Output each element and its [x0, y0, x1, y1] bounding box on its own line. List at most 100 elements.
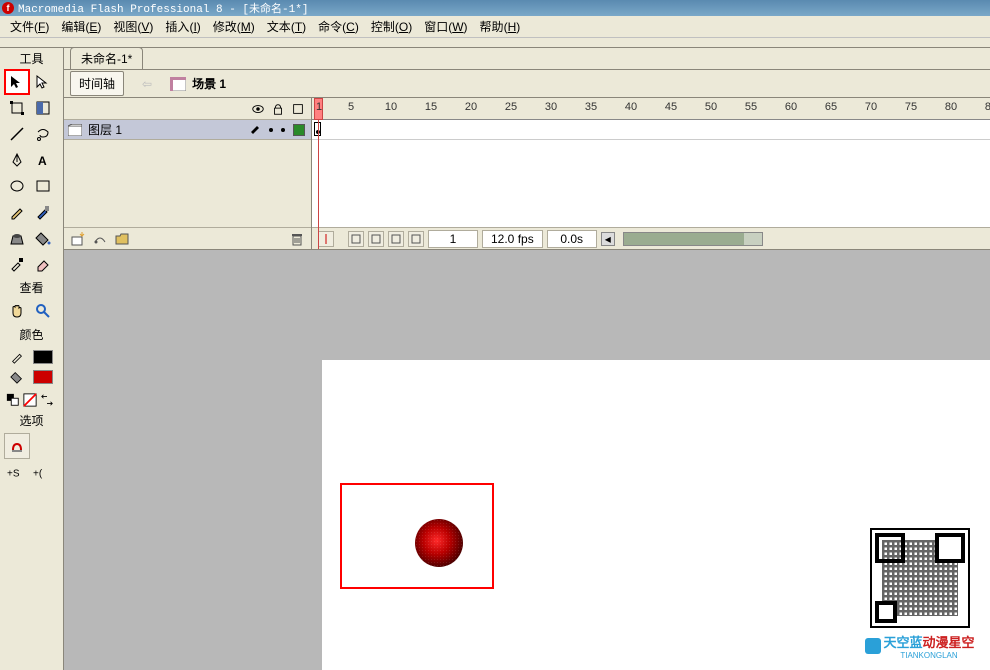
snap-to-objects-button[interactable] [4, 433, 30, 459]
app-icon: f [2, 2, 14, 14]
show-hide-icon[interactable] [251, 102, 265, 116]
smooth-option[interactable]: +S [4, 463, 30, 483]
qr-code-icon [870, 528, 970, 628]
insert-layer-button[interactable] [70, 231, 86, 247]
elapsed-time-display: 0.0s [547, 230, 597, 248]
secondary-bar [0, 38, 990, 48]
hand-tool[interactable] [4, 298, 30, 324]
selection-tool[interactable] [4, 69, 30, 95]
paint-bucket-tool[interactable] [30, 225, 56, 251]
timeline-toggle-button[interactable]: 时间轴 [70, 71, 124, 96]
gradient-transform-tool[interactable] [30, 95, 56, 121]
layer-type-icon [68, 124, 82, 136]
scroll-left-button[interactable]: ◂ [601, 232, 615, 246]
layer-lock-dot[interactable] [281, 128, 285, 132]
ruler-tick-20: 20 [465, 101, 477, 113]
stage-area[interactable]: 天空蓝动漫星空 TIANKONGLAN [64, 250, 990, 670]
menu-file[interactable]: 文件(F) [4, 16, 55, 37]
watermark-logo-icon [865, 638, 881, 654]
oval-tool[interactable] [4, 173, 30, 199]
scene-name[interactable]: 场景 1 [192, 75, 226, 92]
insert-folder-button[interactable] [114, 231, 130, 247]
eraser-tool[interactable] [30, 251, 56, 277]
menu-modify[interactable]: 修改(M) [207, 16, 261, 37]
menu-commands[interactable]: 命令(C) [312, 16, 365, 37]
layer-visible-dot[interactable] [269, 128, 273, 132]
menubar: 文件(F) 编辑(E) 视图(V) 插入(I) 修改(M) 文本(T) 命令(C… [0, 16, 990, 38]
pen-tool[interactable] [4, 147, 30, 173]
modify-onion-markers-button[interactable] [408, 231, 424, 247]
timeline-panel: 图层 1 [64, 98, 990, 250]
app-title: Macromedia Flash Professional 8 - [未命名-1… [18, 0, 308, 16]
fill-color-swatch[interactable] [30, 367, 56, 387]
ruler-tick-1: 1 [316, 101, 322, 113]
ruler-tick-15: 15 [425, 101, 437, 113]
onion-skin-button[interactable] [348, 231, 364, 247]
ruler-tick-70: 70 [865, 101, 877, 113]
ruler-tick-45: 45 [665, 101, 677, 113]
ruler-tick-40: 40 [625, 101, 637, 113]
insert-motion-guide-button[interactable] [92, 231, 108, 247]
brush-tool[interactable] [30, 199, 56, 225]
lasso-tool[interactable] [30, 121, 56, 147]
document-tabs: 未命名-1* [64, 48, 990, 70]
no-color-button[interactable] [21, 391, 38, 408]
timeline-footer: 1 12.0 fps 0.0s ◂ [312, 227, 990, 249]
nav-back-button[interactable]: ⇦ [134, 77, 160, 91]
outline-icon[interactable] [291, 102, 305, 116]
frames-area: 151015202530354045505560657075808590 [312, 98, 990, 249]
text-tool[interactable]: A [30, 147, 56, 173]
free-transform-tool[interactable] [4, 95, 30, 121]
document-tab[interactable]: 未命名-1* [70, 47, 143, 69]
svg-text:+S: +S [7, 468, 20, 479]
rectangle-tool[interactable] [30, 173, 56, 199]
layer-footer [64, 227, 311, 249]
menu-help[interactable]: 帮助(H) [474, 16, 527, 37]
edit-multiple-frames-button[interactable] [388, 231, 404, 247]
menu-edit[interactable]: 编辑(E) [55, 16, 107, 37]
ruler-tick-30: 30 [545, 101, 557, 113]
timeline-ruler[interactable]: 151015202530354045505560657075808590 [312, 98, 990, 120]
menu-window[interactable]: 窗口(W) [418, 16, 473, 37]
layer-name: 图层 1 [88, 121, 243, 138]
lock-icon[interactable] [271, 102, 285, 116]
fill-color-bucket-icon [4, 367, 30, 387]
ruler-tick-75: 75 [905, 101, 917, 113]
menu-insert[interactable]: 插入(I) [159, 16, 206, 37]
watermark: 天空蓝动漫星空 TIANKONGLAN [860, 528, 980, 660]
view-title: 查看 [0, 277, 63, 298]
eyedropper-tool[interactable] [4, 251, 30, 277]
delete-layer-button[interactable] [289, 231, 305, 247]
ruler-tick-85: 85 [985, 101, 990, 113]
onion-skin-outlines-button[interactable] [368, 231, 384, 247]
red-ball-shape[interactable] [415, 519, 463, 567]
options-title: 选项 [0, 410, 63, 431]
watermark-brand-cn: 天空蓝 [883, 635, 922, 650]
layer-1-frames[interactable] [312, 120, 990, 140]
stroke-color-swatch[interactable] [30, 347, 56, 367]
line-tool[interactable] [4, 121, 30, 147]
timeline-scrollbar[interactable] [623, 232, 763, 246]
svg-text:+(: +( [33, 468, 43, 479]
layer-row-1[interactable]: 图层 1 [64, 120, 311, 140]
ruler-tick-5: 5 [348, 101, 354, 113]
center-frame-button[interactable] [318, 231, 334, 247]
ink-bottle-tool[interactable] [4, 225, 30, 251]
current-frame-display: 1 [428, 230, 478, 248]
menu-control[interactable]: 控制(O) [365, 16, 418, 37]
svg-text:A: A [38, 154, 47, 168]
colors-title: 颜色 [0, 324, 63, 345]
pencil-tool[interactable] [4, 199, 30, 225]
frames-track[interactable] [312, 120, 990, 227]
zoom-tool[interactable] [30, 298, 56, 324]
ruler-tick-10: 10 [385, 101, 397, 113]
layer-color-chip[interactable] [293, 124, 305, 136]
swap-colors-button[interactable] [38, 391, 55, 408]
menu-text[interactable]: 文本(T) [261, 16, 312, 37]
subselection-tool[interactable] [30, 69, 56, 95]
default-colors-button[interactable] [4, 391, 21, 408]
layer-edit-icon [249, 122, 261, 137]
straighten-option[interactable]: +( [30, 463, 56, 483]
menu-view[interactable]: 视图(V) [107, 16, 159, 37]
watermark-brand-en: TIANKONGLAN [883, 651, 974, 660]
